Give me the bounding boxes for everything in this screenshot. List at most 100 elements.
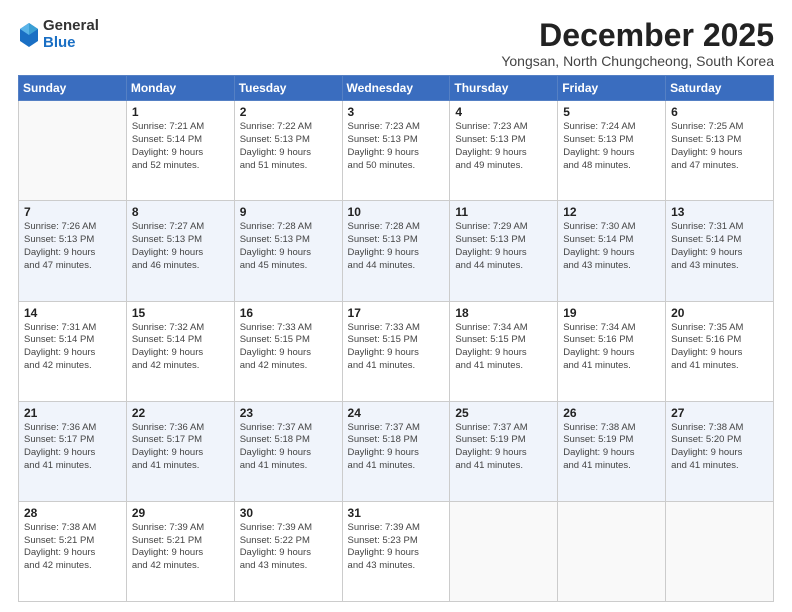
logo-icon (18, 21, 40, 49)
table-row: 19 Sunrise: 7:34 AM Sunset: 5:16 PM Dayli… (558, 301, 666, 401)
table-row: 4Sunrise: 7:23 AM Sunset: 5:13 PM Daylig… (450, 101, 558, 201)
day-info: Sunrise: 7:33 AM Sunset: 5:15 PM Dayligh… (240, 322, 337, 373)
day-number: 2 (240, 105, 337, 119)
table-row: 25 Sunrise: 7:37 AM Sunset: 5:19 PM Dayli… (450, 401, 558, 501)
table-row: 22 Sunrise: 7:36 AM Sunset: 5:17 PM Dayli… (126, 401, 234, 501)
table-row: 17 Sunrise: 7:33 AM Sunset: 5:15 PM Dayli… (342, 301, 450, 401)
table-row: 20 Sunrise: 7:35 AM Sunset: 5:16 PM Dayli… (666, 301, 774, 401)
day-number: 15 (132, 306, 229, 320)
day-number: 14 (24, 306, 121, 320)
day-number: 24 (348, 406, 445, 420)
table-row: 23Sunrise: 7:37 AM Sunset: 5:18 PM Dayli… (234, 401, 342, 501)
day-info: Sunrise: 7:35 AM Sunset: 5:16 PM Dayligh… (671, 322, 768, 373)
day-info: Sunrise: 7:36 AM Sunset: 5:17 PM Dayligh… (24, 422, 121, 473)
calendar-week-row: 14 Sunrise: 7:31 AM Sunset: 5:14 PM Dayli… (19, 301, 774, 401)
day-number: 28 (24, 506, 121, 520)
table-row: 11 Sunrise: 7:29 AM Sunset: 5:13 PM Dayli… (450, 201, 558, 301)
day-number: 13 (671, 205, 768, 219)
day-info: Sunrise: 7:34 AM Sunset: 5:15 PM Dayligh… (455, 322, 552, 373)
day-info: Sunrise: 7:31 AM Sunset: 5:14 PM Dayligh… (24, 322, 121, 373)
calendar-week-row: 21 Sunrise: 7:36 AM Sunset: 5:17 PM Dayli… (19, 401, 774, 501)
table-row: 2 Sunrise: 7:22 AM Sunset: 5:13 PM Daylig… (234, 101, 342, 201)
table-row: 26 Sunrise: 7:38 AM Sunset: 5:19 PM Dayli… (558, 401, 666, 501)
day-info: Sunrise: 7:39 AM Sunset: 5:21 PM Dayligh… (132, 522, 229, 573)
day-info: Sunrise: 7:37 AM Sunset: 5:19 PM Dayligh… (455, 422, 552, 473)
col-tuesday: Tuesday (234, 76, 342, 101)
table-row: 6 Sunrise: 7:25 AM Sunset: 5:13 PM Daylig… (666, 101, 774, 201)
calendar-header-row: Sunday Monday Tuesday Wednesday Thursday… (19, 76, 774, 101)
table-row: 8 Sunrise: 7:27 AM Sunset: 5:13 PM Daylig… (126, 201, 234, 301)
day-number: 16 (240, 306, 337, 320)
day-number: 22 (132, 406, 229, 420)
table-row: 18 Sunrise: 7:34 AM Sunset: 5:15 PM Dayli… (450, 301, 558, 401)
day-info: Sunrise: 7:36 AM Sunset: 5:17 PM Dayligh… (132, 422, 229, 473)
col-thursday: Thursday (450, 76, 558, 101)
day-info: Sunrise: 7:25 AM Sunset: 5:13 PM Dayligh… (671, 121, 768, 172)
table-row (558, 501, 666, 601)
day-info: Sunrise: 7:34 AM Sunset: 5:16 PM Dayligh… (563, 322, 660, 373)
day-info: Sunrise: 7:38 AM Sunset: 5:21 PM Dayligh… (24, 522, 121, 573)
day-number: 11 (455, 205, 552, 219)
day-info: Sunrise: 7:38 AM Sunset: 5:19 PM Dayligh… (563, 422, 660, 473)
day-info: Sunrise: 7:39 AM Sunset: 5:22 PM Dayligh… (240, 522, 337, 573)
table-row (19, 101, 127, 201)
day-info: Sunrise: 7:37 AM Sunset: 5:18 PM Dayligh… (240, 422, 337, 473)
table-row: 3Sunrise: 7:23 AM Sunset: 5:13 PM Daylig… (342, 101, 450, 201)
day-info: Sunrise: 7:29 AM Sunset: 5:13 PM Dayligh… (455, 221, 552, 272)
day-number: 26 (563, 406, 660, 420)
logo: General Blue (18, 18, 99, 51)
table-row: 31 Sunrise: 7:39 AM Sunset: 5:23 PM Dayli… (342, 501, 450, 601)
calendar-week-row: 7Sunrise: 7:26 AM Sunset: 5:13 PM Daylig… (19, 201, 774, 301)
day-info: Sunrise: 7:31 AM Sunset: 5:14 PM Dayligh… (671, 221, 768, 272)
day-number: 27 (671, 406, 768, 420)
day-info: Sunrise: 7:37 AM Sunset: 5:18 PM Dayligh… (348, 422, 445, 473)
day-info: Sunrise: 7:21 AM Sunset: 5:14 PM Dayligh… (132, 121, 229, 172)
table-row (666, 501, 774, 601)
day-number: 18 (455, 306, 552, 320)
day-number: 6 (671, 105, 768, 119)
table-row: 24 Sunrise: 7:37 AM Sunset: 5:18 PM Dayli… (342, 401, 450, 501)
day-info: Sunrise: 7:39 AM Sunset: 5:23 PM Dayligh… (348, 522, 445, 573)
day-info: Sunrise: 7:23 AM Sunset: 5:13 PM Dayligh… (348, 121, 445, 172)
day-info: Sunrise: 7:22 AM Sunset: 5:13 PM Dayligh… (240, 121, 337, 172)
location-subtitle: Yongsan, North Chungcheong, South Korea (501, 53, 774, 69)
day-info: Sunrise: 7:33 AM Sunset: 5:15 PM Dayligh… (348, 322, 445, 373)
logo-text: General Blue (43, 18, 99, 51)
day-info: Sunrise: 7:24 AM Sunset: 5:13 PM Dayligh… (563, 121, 660, 172)
day-number: 25 (455, 406, 552, 420)
day-number: 12 (563, 205, 660, 219)
header: General Blue December 2025 Yongsan, Nort… (18, 18, 774, 69)
day-info: Sunrise: 7:30 AM Sunset: 5:14 PM Dayligh… (563, 221, 660, 272)
day-number: 4 (455, 105, 552, 119)
col-sunday: Sunday (19, 76, 127, 101)
page: General Blue December 2025 Yongsan, Nort… (0, 0, 792, 612)
day-number: 20 (671, 306, 768, 320)
col-friday: Friday (558, 76, 666, 101)
table-row: 5Sunrise: 7:24 AM Sunset: 5:13 PM Daylig… (558, 101, 666, 201)
table-row: 30Sunrise: 7:39 AM Sunset: 5:22 PM Dayli… (234, 501, 342, 601)
day-number: 19 (563, 306, 660, 320)
day-number: 29 (132, 506, 229, 520)
col-wednesday: Wednesday (342, 76, 450, 101)
day-number: 31 (348, 506, 445, 520)
table-row: 13 Sunrise: 7:31 AM Sunset: 5:14 PM Dayli… (666, 201, 774, 301)
table-row: 7Sunrise: 7:26 AM Sunset: 5:13 PM Daylig… (19, 201, 127, 301)
table-row: 27Sunrise: 7:38 AM Sunset: 5:20 PM Dayli… (666, 401, 774, 501)
month-title: December 2025 (501, 18, 774, 53)
logo-general: General (43, 18, 99, 35)
col-saturday: Saturday (666, 76, 774, 101)
day-number: 9 (240, 205, 337, 219)
table-row: 29 Sunrise: 7:39 AM Sunset: 5:21 PM Dayli… (126, 501, 234, 601)
calendar-table: Sunday Monday Tuesday Wednesday Thursday… (18, 75, 774, 602)
table-row: 14 Sunrise: 7:31 AM Sunset: 5:14 PM Dayli… (19, 301, 127, 401)
day-info: Sunrise: 7:27 AM Sunset: 5:13 PM Dayligh… (132, 221, 229, 272)
day-number: 17 (348, 306, 445, 320)
table-row: 9Sunrise: 7:28 AM Sunset: 5:13 PM Daylig… (234, 201, 342, 301)
calendar-week-row: 1Sunrise: 7:21 AM Sunset: 5:14 PM Daylig… (19, 101, 774, 201)
day-number: 8 (132, 205, 229, 219)
col-monday: Monday (126, 76, 234, 101)
table-row: 16 Sunrise: 7:33 AM Sunset: 5:15 PM Dayli… (234, 301, 342, 401)
day-number: 7 (24, 205, 121, 219)
day-number: 21 (24, 406, 121, 420)
logo-blue: Blue (43, 35, 99, 52)
